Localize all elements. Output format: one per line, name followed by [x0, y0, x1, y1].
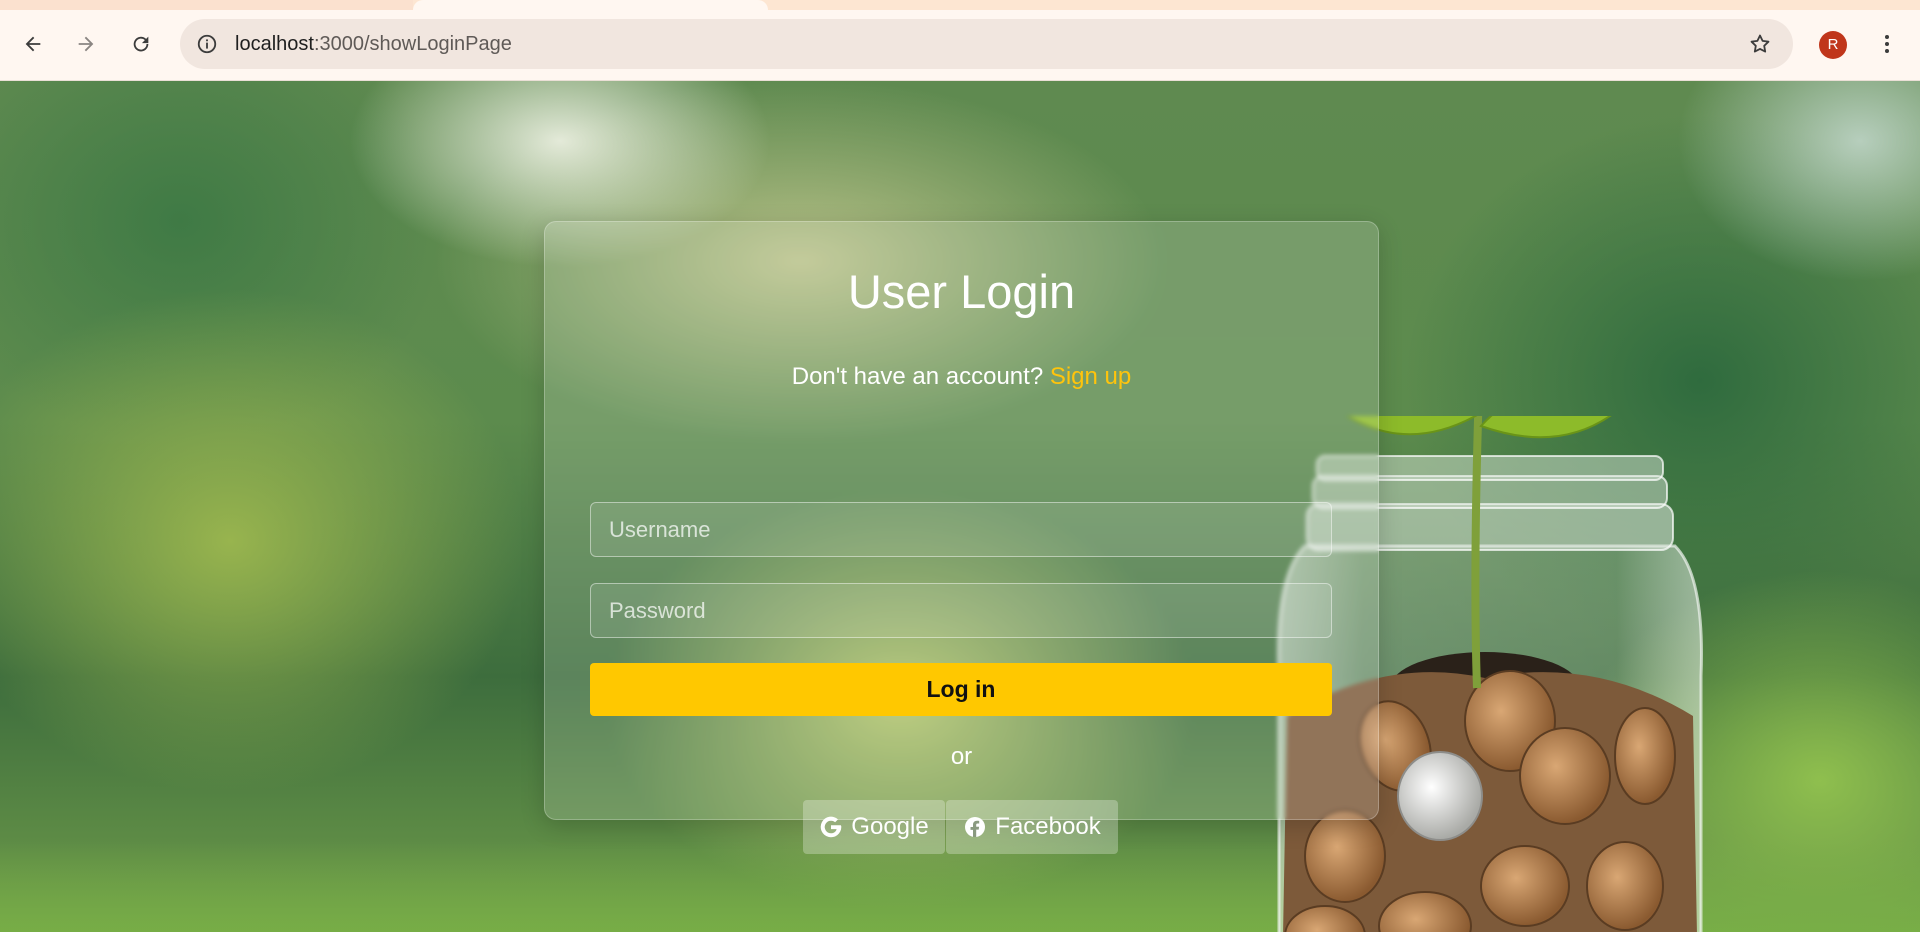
profile-avatar[interactable]: R	[1819, 31, 1847, 59]
password-input[interactable]	[590, 583, 1332, 638]
facebook-icon	[965, 817, 986, 837]
info-icon[interactable]	[194, 31, 220, 57]
address-bar[interactable]: localhost:3000/showLoginPage	[180, 19, 1793, 69]
forward-arrow-icon	[78, 36, 94, 52]
login-card: User Login Don't have an account? Sign u…	[544, 221, 1379, 854]
url-text[interactable]: localhost:3000/showLoginPage	[235, 19, 512, 69]
browser-menu-button[interactable]	[1870, 24, 1904, 64]
reload-icon	[133, 36, 149, 52]
username-input[interactable]	[590, 502, 1332, 557]
login-title: User Login	[847, 265, 1076, 318]
signup-prompt-text: Don't have an account?	[791, 363, 1044, 390]
browser-toolbar: localhost:3000/showLoginPage R	[0, 10, 1920, 81]
signup-link[interactable]: Sign up	[1050, 363, 1131, 390]
reload-button[interactable]	[121, 24, 161, 64]
active-tab[interactable]	[413, 0, 768, 10]
url-host: localhost	[235, 33, 314, 55]
google-login-button[interactable]: Google	[803, 800, 945, 854]
tab-strip	[0, 0, 1920, 10]
kebab-menu-icon	[1885, 35, 1889, 53]
google-icon	[820, 816, 842, 838]
background-tab[interactable]	[0, 0, 413, 10]
star-icon[interactable]	[1747, 31, 1773, 57]
url-path: :3000/showLoginPage	[313, 33, 512, 55]
or-divider-text: or	[950, 743, 973, 770]
facebook-label: Facebook	[995, 813, 1101, 840]
forward-button[interactable]	[66, 24, 106, 64]
back-button[interactable]	[13, 24, 53, 64]
google-label: Google	[851, 813, 929, 840]
back-arrow-icon	[25, 36, 41, 52]
login-button[interactable]: Log in	[590, 663, 1332, 716]
page-background: User Login Don't have an account? Sign u…	[0, 81, 1920, 932]
facebook-login-button[interactable]: Facebook	[946, 800, 1118, 854]
signup-prompt: Don't have an account? Sign up	[545, 362, 1378, 392]
